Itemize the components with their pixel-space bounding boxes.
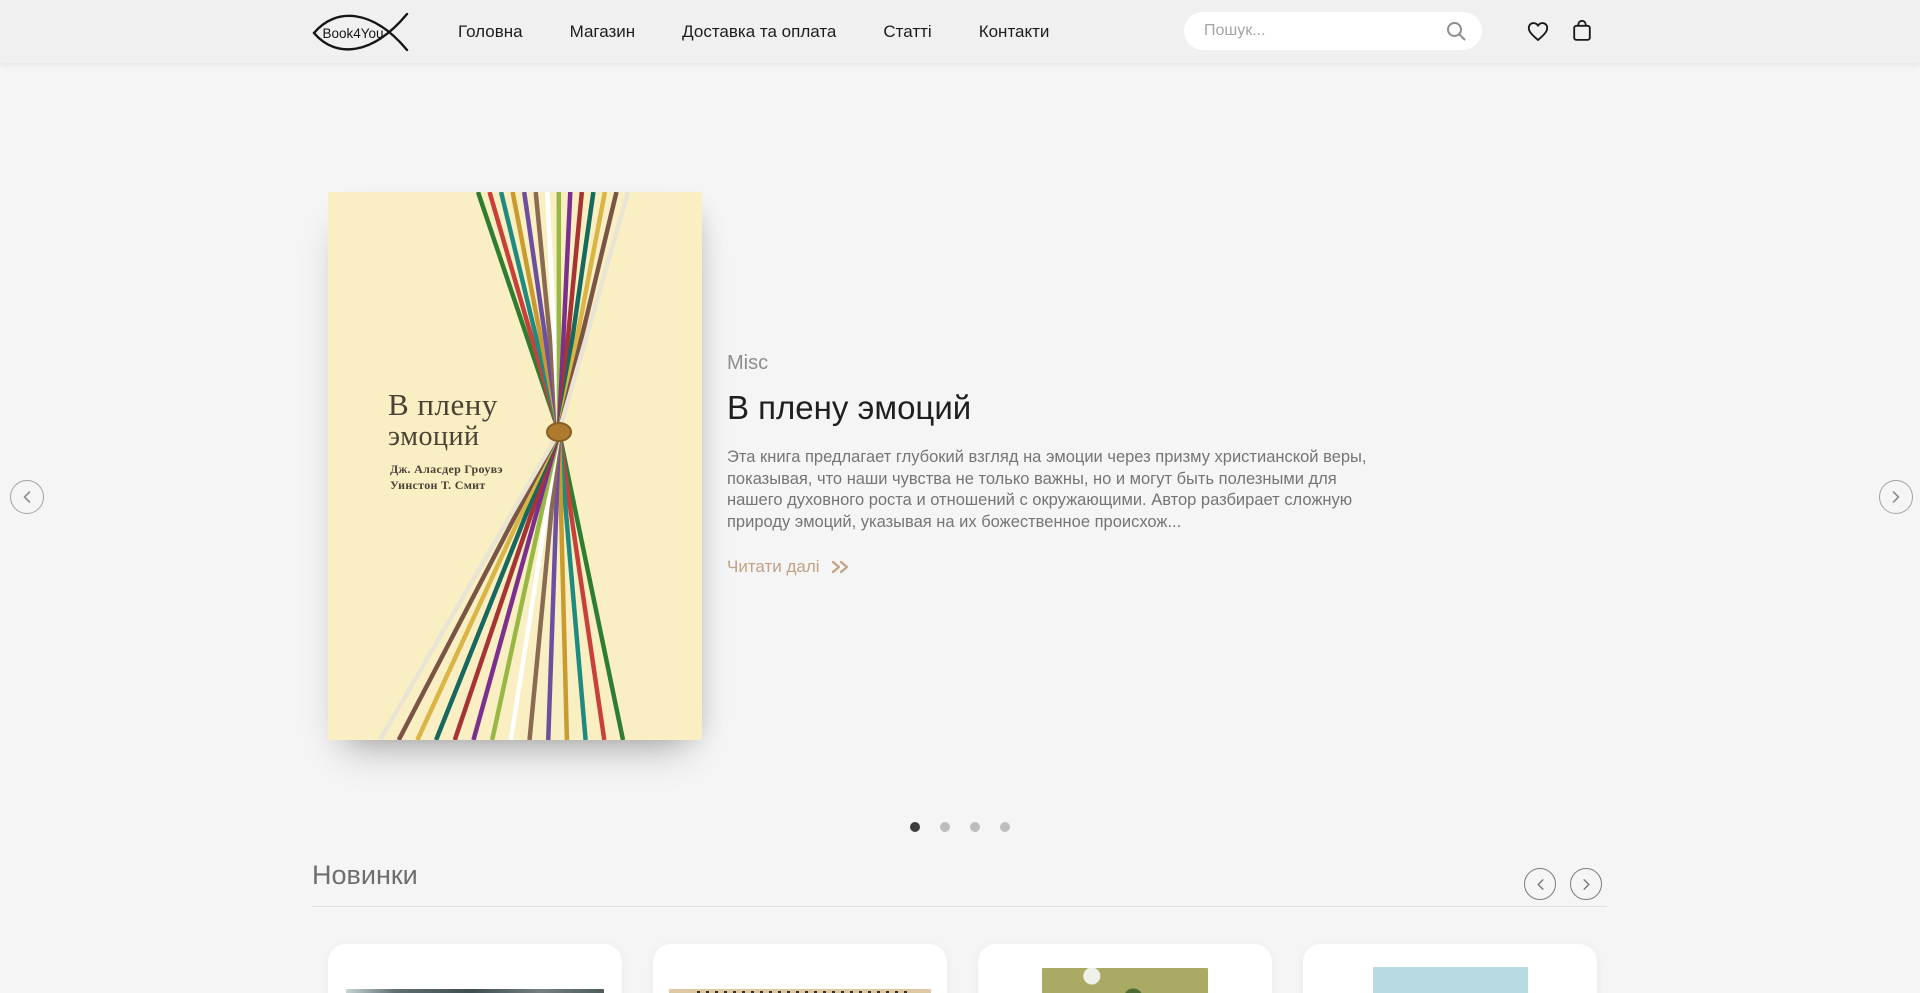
carousel-dot-4[interactable] <box>1000 822 1010 832</box>
product-cards-row <box>328 944 1597 993</box>
product-card[interactable] <box>978 944 1272 993</box>
cover-title: В плену эмоций <box>388 388 498 453</box>
section-divider <box>312 906 1607 907</box>
product-cover-image <box>1373 967 1528 993</box>
nav-item-delivery[interactable]: Доставка та оплата <box>682 22 836 42</box>
page: Book4You Головна Магазин Доставка та опл… <box>0 0 1920 993</box>
read-more-link[interactable]: Читати далі <box>727 557 852 577</box>
chevron-left-icon <box>1535 878 1546 891</box>
carousel-dot-2[interactable] <box>940 822 950 832</box>
hero-description: Эта книга предлагает глубокий взгляд на … <box>727 447 1375 533</box>
section-arrows <box>1524 868 1602 900</box>
chevron-left-icon <box>21 490 33 504</box>
search-box <box>1184 12 1482 50</box>
nav-item-articles[interactable]: Статті <box>883 22 931 42</box>
double-chevron-right-icon <box>830 559 852 575</box>
product-cover-image <box>669 989 931 993</box>
cart-button[interactable] <box>1568 17 1596 45</box>
header: Book4You Головна Магазин Доставка та опл… <box>0 0 1920 63</box>
heart-icon <box>1525 18 1551 44</box>
new-arrivals-next-button[interactable] <box>1570 868 1602 900</box>
new-arrivals-prev-button[interactable] <box>1524 868 1556 900</box>
cover-authors: Дж. Аласдер Гроувэ Уинстон Т. Смит <box>390 462 503 493</box>
chevron-right-icon <box>1890 490 1902 504</box>
nav-item-contacts[interactable]: Контакти <box>979 22 1050 42</box>
carousel-next-button[interactable] <box>1879 480 1913 514</box>
logo-text: Book4You <box>322 26 383 41</box>
fish-logo-icon: Book4You <box>310 8 414 56</box>
main-nav: Головна Магазин Доставка та оплата Статт… <box>458 0 1049 63</box>
carousel-dot-1[interactable] <box>910 822 920 832</box>
hero-book-cover[interactable]: В плену эмоций Дж. Аласдер Гроувэ Уинсто… <box>328 192 702 740</box>
hero-title: В плену эмоций <box>727 389 1375 427</box>
wishlist-button[interactable] <box>1524 17 1552 45</box>
product-card[interactable] <box>328 944 622 993</box>
nav-item-home[interactable]: Головна <box>458 22 523 42</box>
logo[interactable]: Book4You <box>310 8 414 56</box>
new-arrivals-section: Новинки <box>312 860 1608 891</box>
carousel-dots <box>0 822 1920 832</box>
shopping-bag-icon <box>1569 18 1595 44</box>
chevron-right-icon <box>1581 878 1592 891</box>
search-input[interactable] <box>1202 21 1444 41</box>
hero-text-block: Misc В плену эмоций Эта книга предлагает… <box>727 352 1375 577</box>
carousel-dot-3[interactable] <box>970 822 980 832</box>
section-title: Новинки <box>312 860 1608 891</box>
hero-category: Misc <box>727 352 1375 375</box>
nav-item-shop[interactable]: Магазин <box>570 22 636 42</box>
read-more-label: Читати далі <box>727 557 820 577</box>
product-card[interactable] <box>653 944 947 993</box>
product-cover-image <box>1042 968 1208 993</box>
product-card[interactable] <box>1303 944 1597 993</box>
search-icon[interactable] <box>1444 19 1468 43</box>
ribbons-graphic <box>328 192 702 740</box>
product-cover-image <box>346 989 604 993</box>
carousel-prev-button[interactable] <box>10 480 44 514</box>
